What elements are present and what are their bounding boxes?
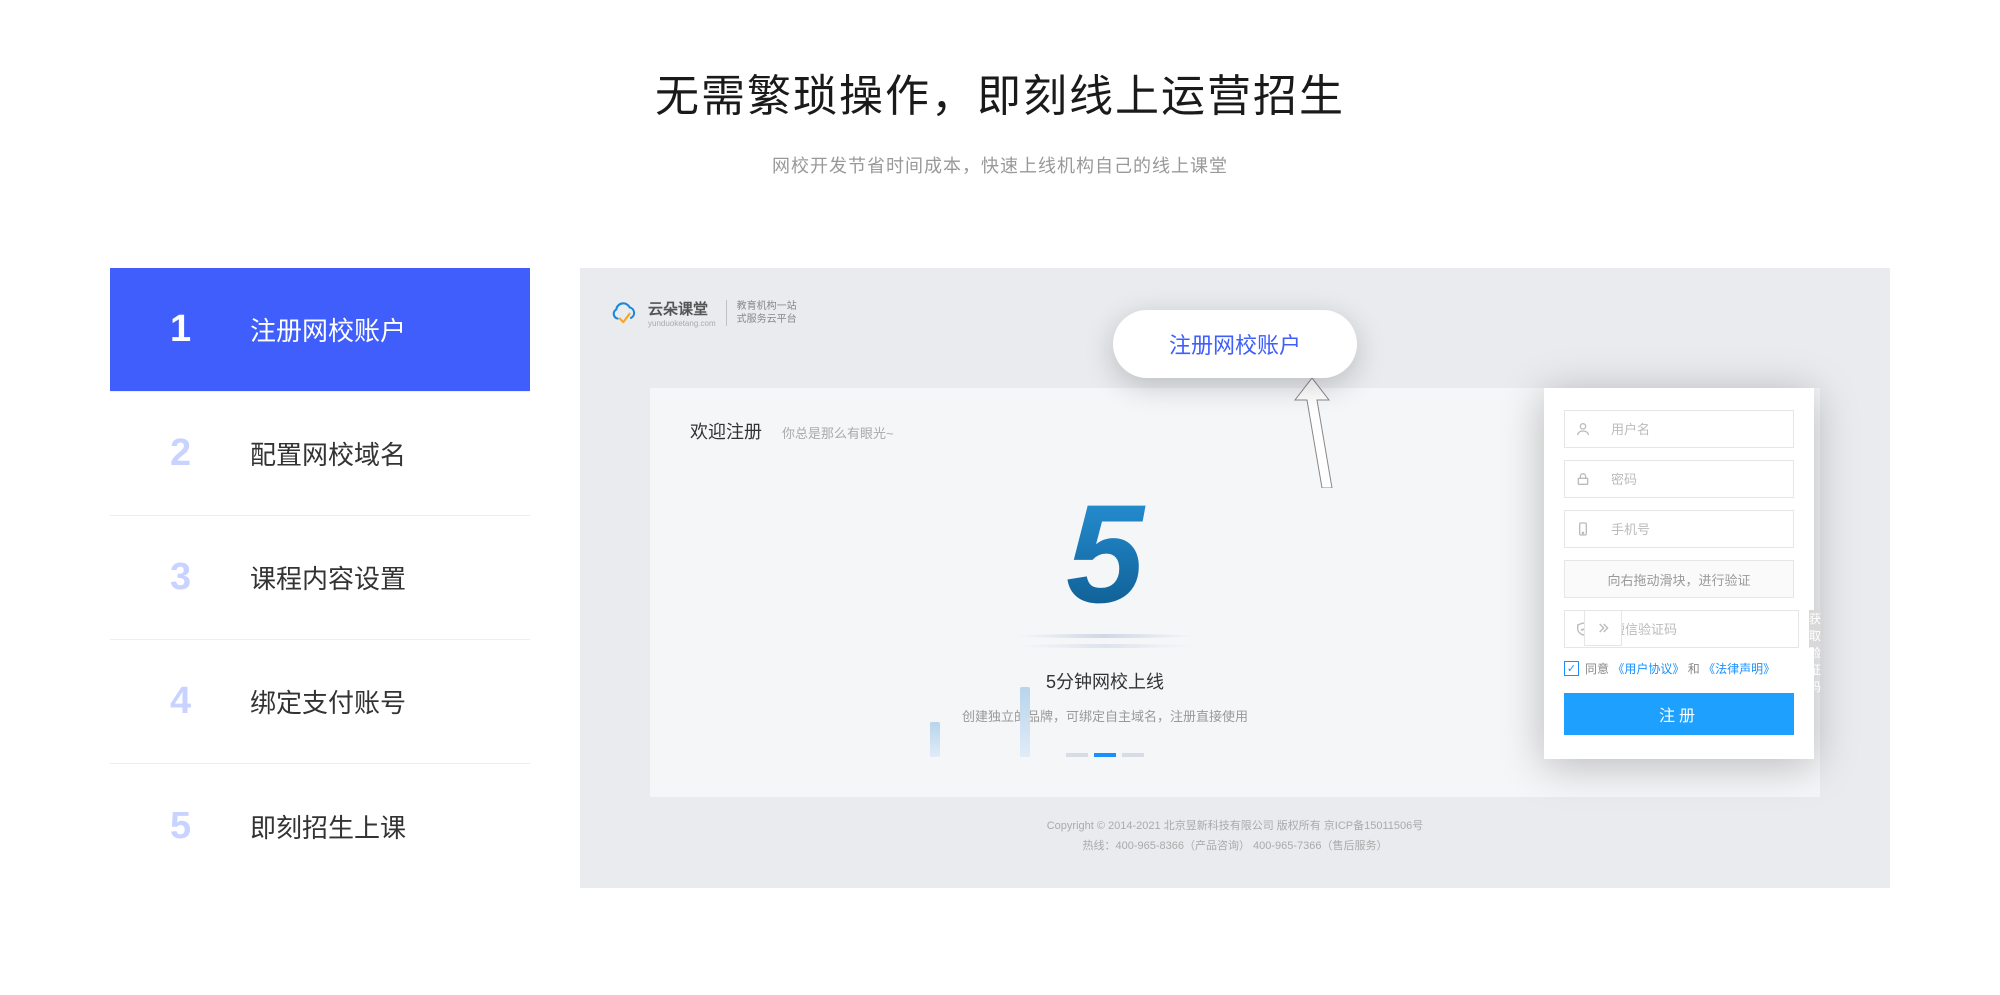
cloud-logo-icon xyxy=(610,302,638,324)
carousel-dots xyxy=(690,753,1520,757)
step-1[interactable]: 1 注册网校账户 xyxy=(110,268,530,392)
carousel-dot[interactable] xyxy=(1066,753,1088,757)
center-title: 5分钟网校上线 xyxy=(690,668,1520,694)
steps-list: 1 注册网校账户 2 配置网校域名 3 课程内容设置 4 绑定支付账号 5 即刻… xyxy=(110,268,530,888)
page-subtitle: 网校开发节省时间成本，快速上线机构自己的线上课堂 xyxy=(0,152,2000,178)
step-5[interactable]: 5 即刻招生上课 xyxy=(110,764,530,888)
step-3[interactable]: 3 课程内容设置 xyxy=(110,516,530,640)
step-number: 4 xyxy=(170,680,250,723)
lock-icon xyxy=(1575,471,1591,487)
step-number: 1 xyxy=(170,308,250,351)
user-agreement-link[interactable]: 《用户协议》 xyxy=(1612,662,1684,676)
slider-handle[interactable] xyxy=(1584,610,1622,646)
phone-input[interactable] xyxy=(1611,522,1787,537)
double-arrow-icon xyxy=(1595,620,1611,636)
agree-row: ✓ 同意 《用户协议》 和 《法律声明》 xyxy=(1564,660,1794,677)
username-input[interactable] xyxy=(1611,422,1787,437)
tooltip-bubble: 注册网校账户 xyxy=(1113,310,1357,378)
platform-shadow xyxy=(1015,634,1195,642)
step-number: 3 xyxy=(170,556,250,599)
step-label: 配置网校域名 xyxy=(250,435,406,472)
center-subtitle: 创建独立的品牌，可绑定自主域名，注册直接使用 xyxy=(690,706,1520,725)
phone-icon xyxy=(1575,521,1591,537)
agree-checkbox[interactable]: ✓ xyxy=(1564,661,1579,676)
big-number-icon: 5 xyxy=(1015,484,1195,624)
logo-tagline: 教育机构一站 式服务云平台 xyxy=(737,300,797,326)
user-icon xyxy=(1575,421,1591,437)
step-label: 即刻招生上课 xyxy=(250,808,406,845)
welcome-subtitle: 你总是那么有眼光~ xyxy=(782,423,894,442)
slider-text: 向右拖动滑块，进行验证 xyxy=(1607,570,1750,589)
carousel-dot[interactable] xyxy=(1122,753,1144,757)
welcome-title: 欢迎注册 xyxy=(690,418,762,444)
preview-panel: 云朵课堂 yunduoketang.com 教育机构一站 式服务云平台 注册网校… xyxy=(580,268,1890,888)
pointer-arrow-icon xyxy=(1287,378,1337,493)
password-field[interactable] xyxy=(1564,460,1794,498)
register-button[interactable]: 注册 xyxy=(1564,693,1794,735)
preview-footer: Copyright © 2014-2021 北京昱新科技有限公司 版权所有 京I… xyxy=(610,817,1860,857)
step-number: 2 xyxy=(170,432,250,475)
get-code-button[interactable]: 获取验证码 xyxy=(1809,610,1821,648)
page-title: 无需繁琐操作，即刻线上运营招生 xyxy=(0,60,2000,124)
center-graphic: 5 5分钟网校上线 创建独立的品牌，可绑定自主域名，注册直接使用 xyxy=(690,484,1520,757)
password-input[interactable] xyxy=(1611,472,1787,487)
step-number: 5 xyxy=(170,805,250,848)
slider-track[interactable]: 向右拖动滑块，进行验证 xyxy=(1564,560,1794,598)
step-label: 注册网校账户 xyxy=(250,311,406,348)
phone-field[interactable] xyxy=(1564,510,1794,548)
divider xyxy=(726,300,727,326)
step-label: 绑定支付账号 xyxy=(250,683,406,720)
logo-domain: yunduoketang.com xyxy=(648,319,716,328)
sms-code-input[interactable] xyxy=(1612,622,1788,637)
username-field[interactable] xyxy=(1564,410,1794,448)
register-form: 向右拖动滑块，进行验证 获取验证码 ✓ 同意 《用户协议》 xyxy=(1544,388,1814,759)
step-label: 课程内容设置 xyxy=(250,559,406,596)
legal-notice-link[interactable]: 《法律声明》 xyxy=(1703,662,1775,676)
logo-name: 云朵课堂 xyxy=(648,298,716,319)
decor-bar-right xyxy=(1020,687,1030,757)
step-2[interactable]: 2 配置网校域名 xyxy=(110,392,530,516)
decor-bar-left xyxy=(930,722,940,757)
step-4[interactable]: 4 绑定支付账号 xyxy=(110,640,530,764)
carousel-dot[interactable] xyxy=(1094,753,1116,757)
